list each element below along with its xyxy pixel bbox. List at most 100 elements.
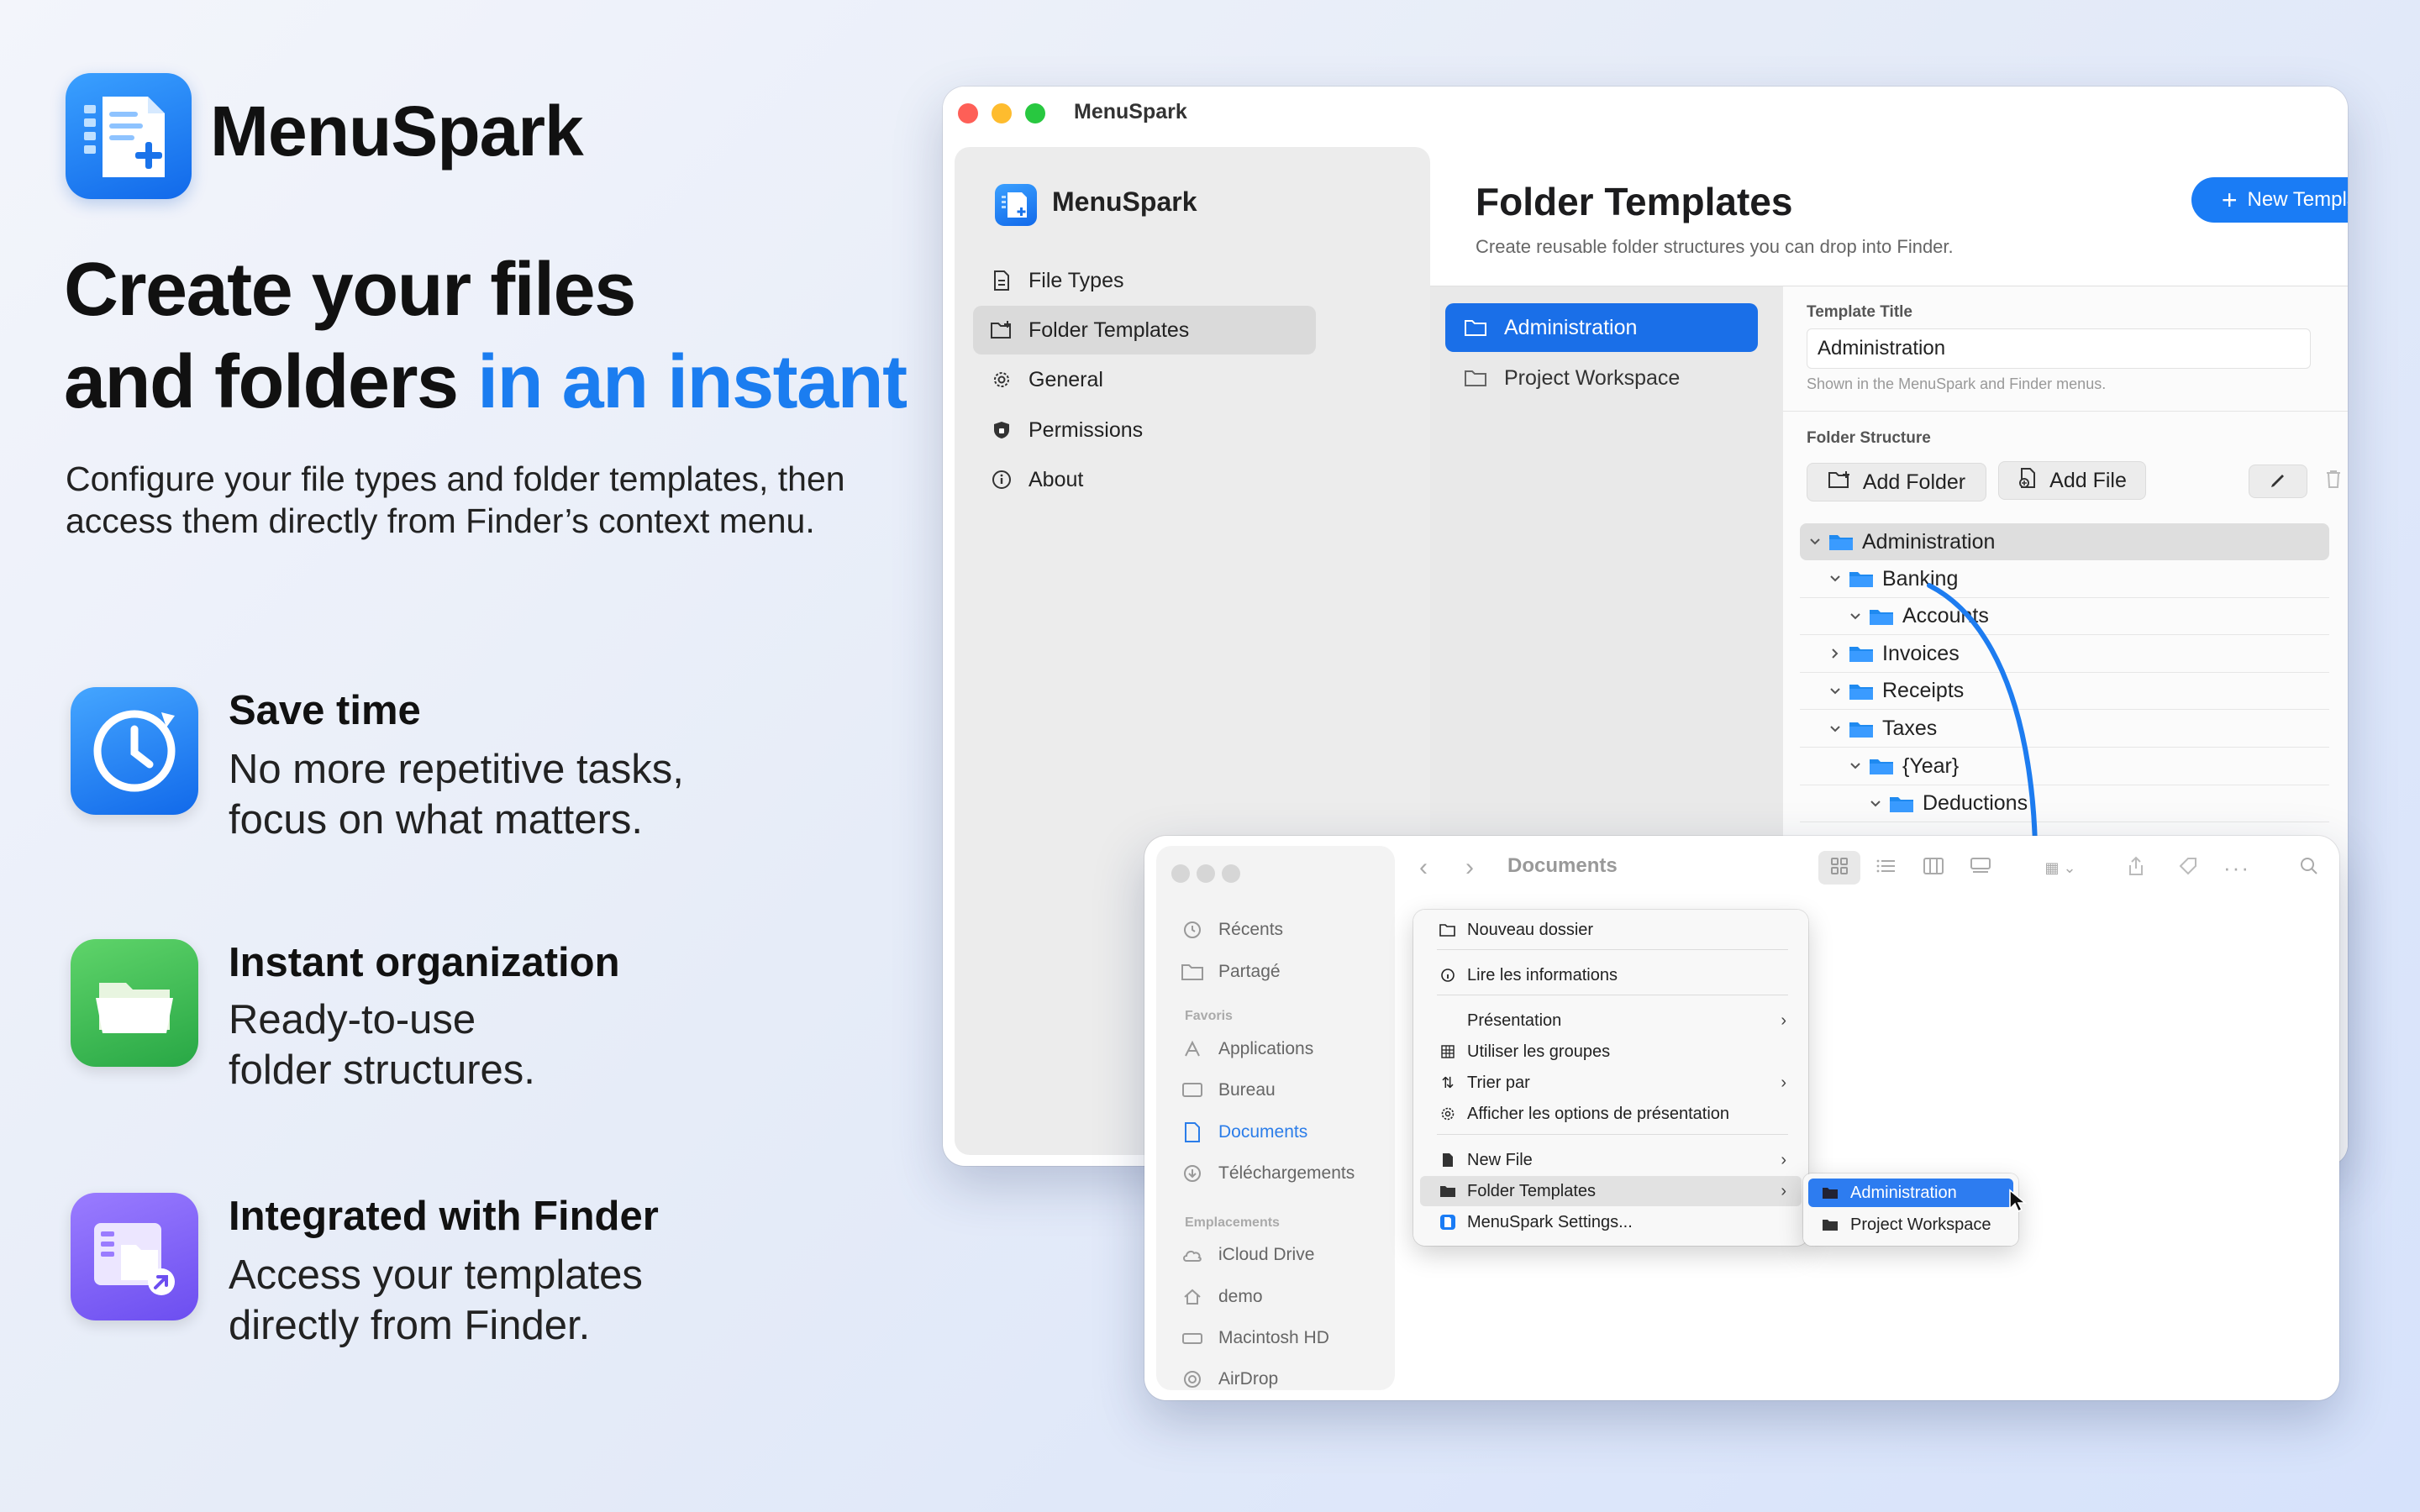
finder-item-recents[interactable]: Récents	[1180, 913, 1283, 947]
tree-row[interactable]: {Year}	[1800, 748, 2329, 785]
add-folder-label: Add Folder	[1862, 470, 1966, 494]
menu-item-new-folder[interactable]: Nouveau dossier	[1420, 915, 1802, 945]
menu-item-new-file[interactable]: New File ›	[1420, 1145, 1802, 1175]
menu-separator	[1437, 1134, 1788, 1135]
finder-item-shared[interactable]: Partagé	[1180, 955, 1281, 989]
list-icon	[1876, 858, 1897, 879]
add-folder-button[interactable]: Add Folder	[1807, 463, 1986, 501]
template-item-project-workspace[interactable]: Project Workspace	[1445, 354, 1758, 402]
finder-item-home[interactable]: demo	[1180, 1280, 1263, 1314]
folder-icon	[1869, 607, 1894, 626]
template-item-label: Administration	[1504, 315, 1638, 339]
tree-row[interactable]: Administration	[1800, 523, 2329, 560]
folder-structure-label: Folder Structure	[1807, 429, 1931, 447]
folder-templates-submenu: Administration Project Workspace	[1803, 1173, 2018, 1246]
folder-icon	[1828, 533, 1854, 551]
chevron-down-icon[interactable]	[1825, 725, 1845, 733]
sidebar-item-folder-templates[interactable]: Folder Templates	[973, 306, 1316, 354]
tree-row[interactable]: Receipts	[1800, 673, 2329, 711]
chevron-right-icon[interactable]	[1825, 648, 1845, 659]
menu-item-sort-by[interactable]: ⇅ Trier par ›	[1420, 1068, 1802, 1098]
menu-item-view-options[interactable]: Afficher les options de présentation	[1420, 1099, 1802, 1129]
template-item-administration[interactable]: Administration	[1445, 303, 1758, 352]
template-title-field[interactable]: Administration	[1807, 328, 2311, 369]
desktop-icon	[1180, 1081, 1205, 1100]
finder-item-macintosh-hd[interactable]: Macintosh HD	[1180, 1321, 1329, 1355]
chevron-down-icon[interactable]	[1865, 800, 1886, 808]
gallery-view-button[interactable]	[1960, 851, 2002, 885]
close-window-button[interactable]	[1171, 864, 1190, 883]
tag-button[interactable]	[2171, 851, 2205, 885]
finder-item-label: Partagé	[1218, 962, 1281, 981]
tree-row[interactable]: Taxes	[1800, 711, 2329, 748]
finder-integration-icon	[71, 1193, 198, 1320]
menu-separator	[1437, 949, 1788, 950]
submenu-item-project-workspace[interactable]: Project Workspace	[1808, 1210, 2013, 1239]
folder-plus-icon	[1439, 923, 1457, 937]
zoom-window-button[interactable]	[1025, 103, 1045, 123]
folder-icon	[1869, 757, 1894, 775]
submenu-item-administration[interactable]: Administration	[1808, 1179, 2013, 1207]
headline-line-2-prefix: and folders	[64, 340, 478, 424]
minimize-window-button[interactable]	[992, 103, 1012, 123]
chevron-down-icon[interactable]	[1845, 762, 1865, 770]
menu-item-menuspark-settings[interactable]: MenuSpark Settings...	[1420, 1207, 1802, 1237]
column-view-button[interactable]	[1912, 851, 1954, 885]
sidebar-item-about[interactable]: About	[973, 455, 1316, 504]
menu-item-presentation[interactable]: Présentation ›	[1420, 1005, 1802, 1036]
chevron-down-icon[interactable]	[1825, 687, 1845, 696]
finder-item-label: demo	[1218, 1287, 1263, 1306]
edit-button[interactable]	[2249, 465, 2307, 498]
tree-row[interactable]: Invoices	[1800, 636, 2329, 673]
sidebar-item-permissions[interactable]: Permissions	[973, 406, 1316, 454]
group-button[interactable]: ▦ ⌄	[2035, 851, 2086, 885]
menu-item-use-groups[interactable]: Utiliser les groupes	[1420, 1037, 1802, 1067]
finder-item-desktop[interactable]: Bureau	[1180, 1074, 1276, 1107]
forward-button[interactable]: ›	[1449, 851, 1491, 885]
zoom-window-button[interactable]	[1222, 864, 1240, 883]
tree-row[interactable]: Deductions	[1800, 785, 2329, 823]
tree-row[interactable]: Accounts	[1800, 598, 2329, 636]
minimize-window-button[interactable]	[1197, 864, 1215, 883]
add-file-button[interactable]: Add File	[1998, 461, 2146, 500]
finder-item-downloads[interactable]: Téléchargements	[1180, 1157, 1355, 1190]
icon-view-button[interactable]	[1818, 851, 1860, 885]
chevron-down-icon[interactable]	[1805, 538, 1825, 546]
new-template-label: New Template	[2247, 188, 2348, 211]
finder-item-applications[interactable]: Applications	[1180, 1032, 1313, 1066]
tree-row[interactable]: Banking	[1800, 561, 2329, 598]
home-icon	[1180, 1287, 1205, 1307]
airdrop-icon	[1180, 1369, 1205, 1389]
more-button[interactable]: ···	[2218, 851, 2255, 885]
locations-header: Emplacements	[1185, 1215, 1280, 1230]
brand-name: MenuSpark	[210, 92, 584, 171]
menu-item-folder-templates[interactable]: Folder Templates ›	[1420, 1176, 1802, 1206]
sidebar-item-general[interactable]: General	[973, 355, 1316, 404]
chevron-down-icon[interactable]	[1825, 575, 1845, 583]
sort-icon: ⇅	[1441, 1074, 1455, 1091]
subheadline: Configure your file types and folder tem…	[66, 459, 845, 540]
folder-outline-icon	[1464, 369, 1491, 387]
chevron-right-icon: ›	[1781, 1181, 1786, 1200]
finder-item-icloud[interactable]: iCloud Drive	[1180, 1238, 1314, 1272]
feature-desc-save-time: No more repetitive tasks, focus on what …	[229, 744, 817, 845]
search-button[interactable]	[2292, 851, 2326, 885]
finder-location-title: Documents	[1507, 854, 1618, 877]
document-icon	[1180, 1121, 1205, 1143]
feature-desc-line: No more repetitive tasks,	[229, 747, 684, 792]
submenu-item-label: Administration	[1850, 1183, 1957, 1202]
finder-item-airdrop[interactable]: AirDrop	[1180, 1362, 1278, 1396]
chevron-down-icon[interactable]	[1845, 612, 1865, 621]
finder-item-label: AirDrop	[1218, 1369, 1279, 1389]
close-window-button[interactable]	[958, 103, 978, 123]
sidebar-item-file-types[interactable]: File Types	[973, 256, 1316, 305]
columns-icon	[1923, 857, 1944, 879]
delete-button[interactable]	[2319, 465, 2348, 498]
share-button[interactable]	[2119, 851, 2153, 885]
new-template-button[interactable]: + New Template	[2191, 177, 2348, 223]
back-button[interactable]: ‹	[1398, 851, 1449, 885]
menu-item-get-info[interactable]: Lire les informations	[1420, 960, 1802, 990]
tree-row-label: {Year}	[1902, 753, 1960, 778]
finder-item-documents[interactable]: Documents	[1180, 1116, 1307, 1149]
list-view-button[interactable]	[1865, 851, 1907, 885]
